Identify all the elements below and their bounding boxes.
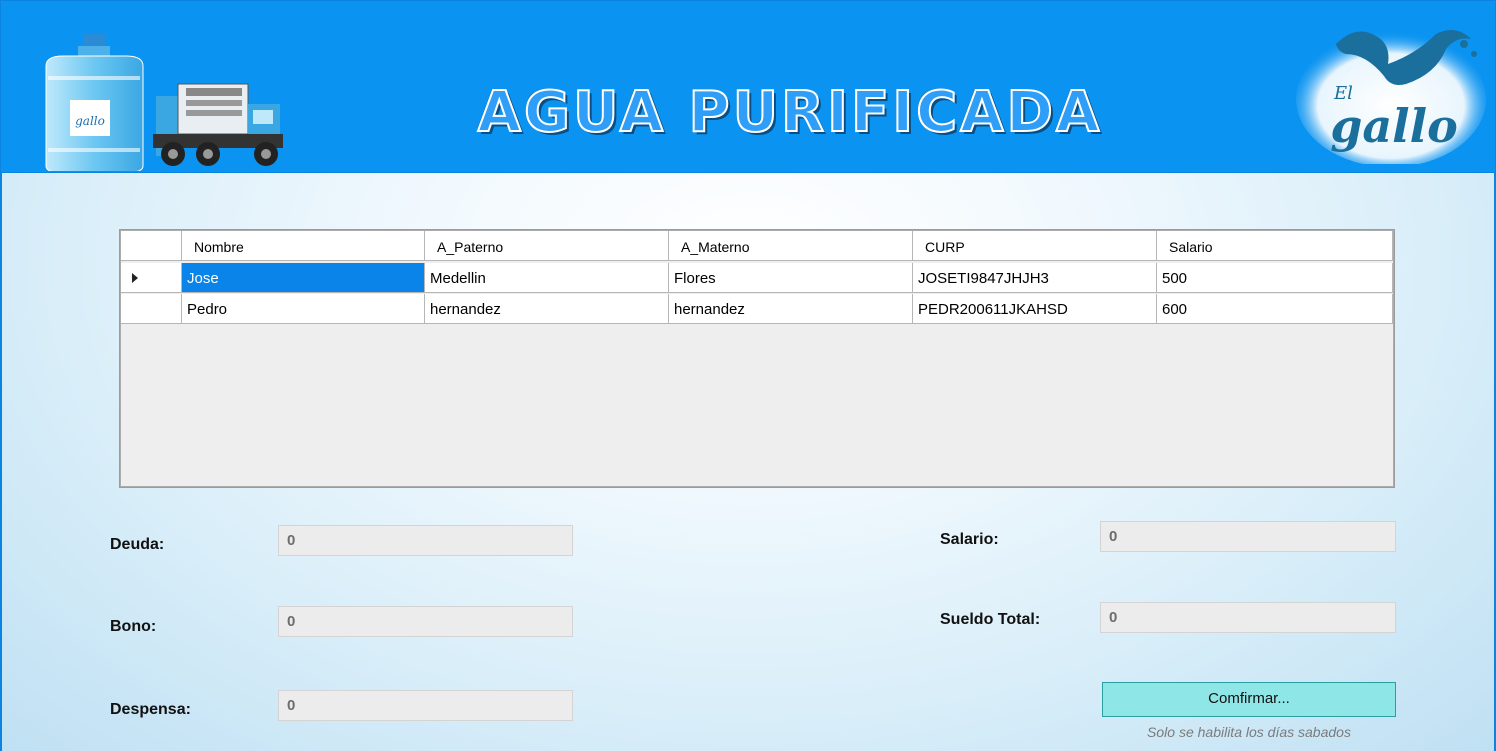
cell-curp[interactable]: PEDR200611JKAHSD: [913, 294, 1157, 324]
confirm-hint: Solo se habilita los días sabados: [1147, 724, 1351, 740]
table-row[interactable]: Jose Medellin Flores JOSETI9847JHJH3 500: [121, 263, 1393, 293]
cell-nombre[interactable]: Jose: [182, 263, 425, 293]
table-row[interactable]: Pedro hernandez hernandez PEDR200611JKAH…: [121, 294, 1393, 324]
row-header-corner: [121, 231, 182, 261]
salario-label: Salario:: [940, 531, 999, 548]
column-header-salario[interactable]: Salario: [1157, 231, 1393, 261]
cell-nombre[interactable]: Pedro: [182, 294, 425, 324]
app-title: AGUA PURIFICADA: [477, 79, 1103, 146]
grid-header-row: Nombre A_Paterno A_Materno CURP Salario: [121, 231, 1393, 261]
cell-salario[interactable]: 600: [1157, 294, 1393, 324]
sueldo-total-label: Sueldo Total:: [940, 611, 1041, 628]
bono-field[interactable]: 0: [278, 606, 573, 637]
column-header-curp[interactable]: CURP: [913, 231, 1157, 261]
sueldo-total-field[interactable]: 0: [1100, 602, 1396, 633]
column-header-a-paterno[interactable]: A_Paterno: [425, 231, 669, 261]
column-header-nombre[interactable]: Nombre: [182, 231, 425, 261]
confirm-button[interactable]: Comfirmar...: [1102, 682, 1396, 717]
cell-a-materno[interactable]: hernandez: [669, 294, 913, 324]
despensa-field[interactable]: 0: [278, 690, 573, 721]
cell-a-materno[interactable]: Flores: [669, 263, 913, 293]
svg-text:gallo: gallo: [1330, 99, 1458, 153]
salario-field[interactable]: 0: [1100, 521, 1396, 552]
employees-grid[interactable]: Nombre A_Paterno A_Materno CURP Salario …: [119, 229, 1395, 488]
cell-a-paterno[interactable]: hernandez: [425, 294, 669, 324]
el-gallo-rooster-logo: El gallo: [1296, 30, 1486, 164]
column-header-a-materno[interactable]: A_Materno: [669, 231, 913, 261]
deuda-label: Deuda:: [110, 536, 165, 553]
cell-curp[interactable]: JOSETI9847JHJH3: [913, 263, 1157, 293]
deuda-field[interactable]: 0: [278, 525, 573, 556]
cell-a-paterno[interactable]: Medellin: [425, 263, 669, 293]
water-bottle-truck-icon: gallo: [45, 34, 283, 171]
svg-text:gallo: gallo: [75, 114, 105, 128]
despensa-label: Despensa:: [110, 701, 191, 718]
current-row-arrow-icon: [132, 273, 138, 283]
row-header[interactable]: [121, 263, 182, 293]
row-header[interactable]: [121, 294, 182, 324]
cell-salario[interactable]: 500: [1157, 263, 1393, 293]
header-banner: gallo AGUA PURIFICADA El gallo: [0, 0, 1496, 173]
bono-label: Bono:: [110, 618, 157, 635]
